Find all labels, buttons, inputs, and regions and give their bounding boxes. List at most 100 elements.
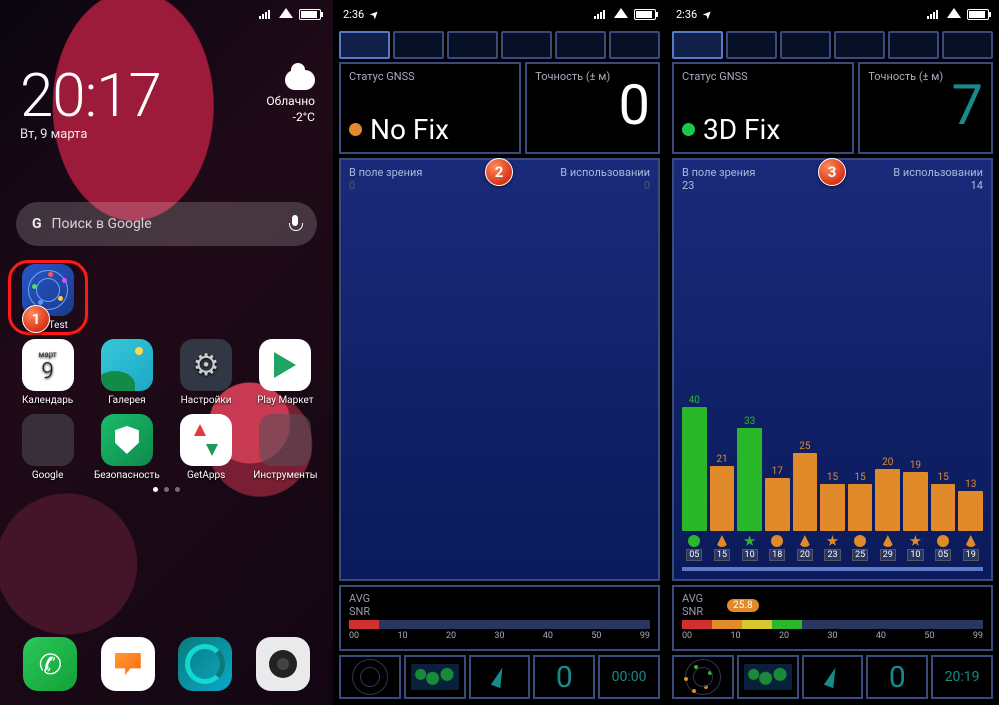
folder-icon (22, 414, 74, 466)
gnss-status-value: 3D Fix (703, 113, 780, 146)
mic-icon[interactable] (289, 215, 301, 233)
search-placeholder: Поиск в Google (52, 216, 152, 232)
app-gallery[interactable]: Галерея (91, 339, 163, 406)
nav-compass[interactable] (802, 655, 864, 699)
nav-speed[interactable]: 0 (866, 655, 928, 699)
tab-4[interactable] (834, 31, 885, 59)
tab-5[interactable] (555, 31, 606, 59)
app-label: Календарь (22, 395, 73, 406)
status-time: 2:36 (343, 8, 364, 21)
app-getapps[interactable]: GetApps (170, 414, 242, 481)
snr-label: SNR (349, 605, 370, 618)
nav-radar[interactable] (339, 655, 401, 699)
snr-bar (682, 620, 983, 629)
app-label: Play Маркет (257, 395, 314, 406)
in-use-count: 0 (644, 179, 650, 192)
play-icon (259, 339, 311, 391)
status-bar (0, 0, 333, 28)
battery-icon (967, 9, 989, 20)
gallery-icon (101, 339, 153, 391)
dock-browser[interactable] (178, 637, 232, 691)
gnss-status-value: No Fix (370, 113, 449, 146)
snr-avg-box: AVG SNR 00102030405099 (339, 585, 660, 651)
page-indicator[interactable] (0, 487, 333, 492)
app-folder-tools[interactable]: Инструменты (249, 414, 321, 481)
settings-icon (180, 339, 232, 391)
dock-messages[interactable] (101, 637, 155, 691)
app-security[interactable]: Безопасность (91, 414, 163, 481)
security-icon (101, 414, 153, 466)
signal-icon (927, 9, 941, 19)
avg-label: AVG (349, 592, 370, 605)
tab-3[interactable] (780, 31, 831, 59)
tab-3[interactable] (447, 31, 498, 59)
nav-speed[interactable]: 0 (533, 655, 595, 699)
status-bar: 2:36 (666, 0, 999, 28)
app-label: GetApps (187, 470, 225, 481)
avg-value-badge: 25.8 (727, 599, 759, 612)
signal-icon (594, 9, 608, 19)
location-icon (703, 8, 712, 21)
tab-2[interactable] (726, 31, 777, 59)
gnss-status-label: Статус GNSS (349, 70, 511, 83)
signal-icon (259, 9, 273, 19)
nav-compass[interactable] (469, 655, 531, 699)
avg-label: AVG (682, 592, 703, 605)
snr-bar (349, 620, 650, 629)
tab-1[interactable] (672, 31, 723, 59)
clock-widget[interactable]: 20:17 Вт, 9 марта Облачно -2°C (0, 28, 333, 142)
clock-date: Вт, 9 марта (20, 127, 313, 142)
annotation-3: 3 (818, 158, 846, 186)
accuracy-value: 0 (535, 77, 650, 133)
tab-6[interactable] (942, 31, 993, 59)
app-label: Настройки (181, 395, 232, 406)
tab-1[interactable] (339, 31, 390, 59)
accuracy-value: 7 (868, 77, 983, 133)
google-icon: G (32, 216, 42, 232)
dock: ✆ (0, 637, 333, 691)
status-bar: 2:36 (333, 0, 666, 28)
homescreen-panel: 20:17 Вт, 9 марта Облачно -2°C G Поиск в… (0, 0, 333, 705)
app-grid: GPS Test март 9 Календарь Галерея Настро… (10, 264, 323, 481)
in-view-label: В поле зрения (682, 166, 755, 179)
in-use-label: В использовании (893, 166, 983, 179)
nav-clock[interactable]: 20:19 (931, 655, 993, 699)
accuracy-card: Точность (± м) 0 (525, 62, 660, 154)
snr-scale: 00102030405099 (682, 631, 983, 641)
nav-world[interactable] (404, 655, 466, 699)
status-dot-icon (349, 123, 362, 136)
in-view-count: 23 (682, 179, 694, 192)
wifi-icon (279, 8, 293, 21)
nav-clock[interactable]: 00:00 (598, 655, 660, 699)
in-view-label: В поле зрения (349, 166, 422, 179)
nav-radar[interactable] (672, 655, 734, 699)
annotation-2: 2 (485, 158, 513, 186)
tab-4[interactable] (501, 31, 552, 59)
app-label: Инструменты (253, 470, 317, 481)
location-icon (370, 8, 379, 21)
weather-temp: -2°C (293, 110, 315, 124)
app-folder-google[interactable]: Google (12, 414, 84, 481)
gnss-status-label: Статус GNSS (682, 70, 844, 83)
dock-phone[interactable]: ✆ (23, 637, 77, 691)
bottom-nav: 0 00:00 (333, 651, 666, 705)
app-calendar[interactable]: март 9 Календарь (12, 339, 84, 406)
satellites-chart: В поле зрения В использовании 23 14 4005… (672, 158, 993, 581)
in-use-count: 14 (971, 179, 983, 192)
weather-widget[interactable]: Облачно -2°C (266, 70, 315, 124)
tab-2[interactable] (393, 31, 444, 59)
tab-6[interactable] (609, 31, 660, 59)
search-bar[interactable]: G Поиск в Google (16, 202, 317, 246)
nav-world[interactable] (737, 655, 799, 699)
app-play-market[interactable]: Play Маркет (249, 339, 321, 406)
tab-5[interactable] (888, 31, 939, 59)
satellites-chart: В поле зрения В использовании 0 0 (339, 158, 660, 581)
status-dot-icon (682, 123, 695, 136)
app-settings[interactable]: Настройки (170, 339, 242, 406)
dock-camera[interactable] (256, 637, 310, 691)
weather-condition: Облачно (266, 94, 315, 108)
gnss-status-card: Статус GNSS 3D Fix (672, 62, 854, 154)
gnss-status-card: Статус GNSS No Fix (339, 62, 521, 154)
battery-icon (634, 9, 656, 20)
snr-avg-box: AVG SNR 25.8 00102030405099 (672, 585, 993, 651)
